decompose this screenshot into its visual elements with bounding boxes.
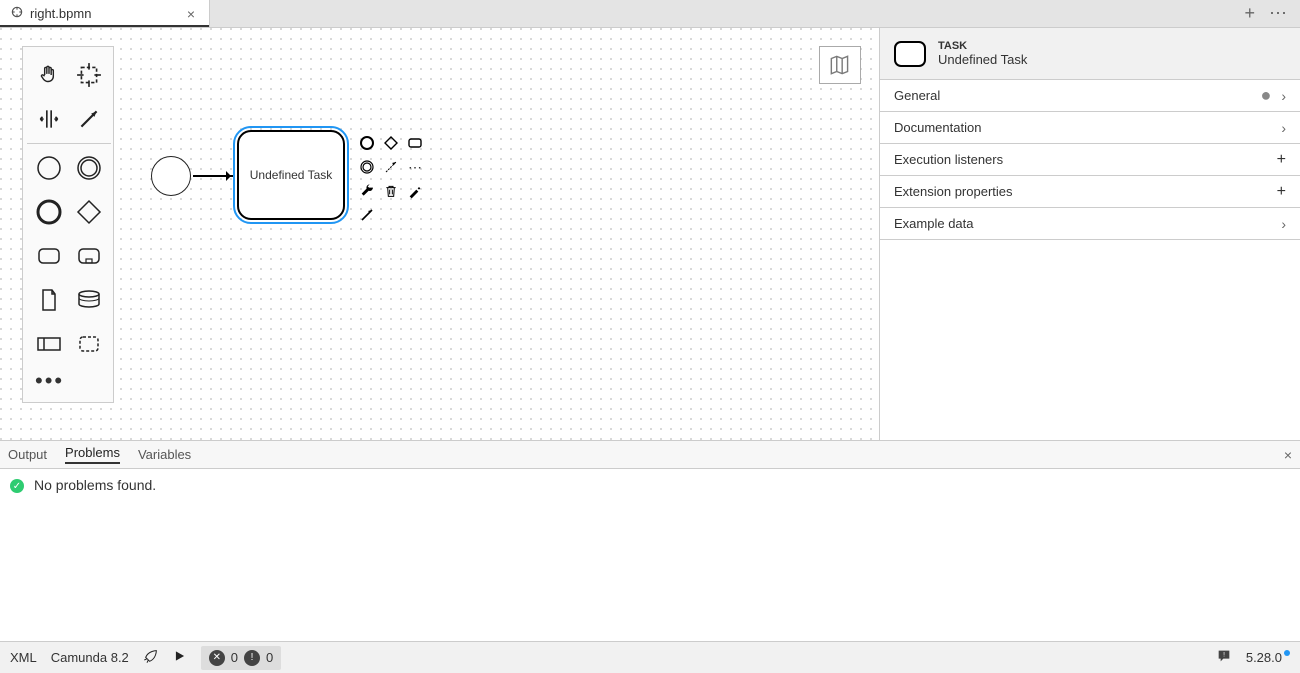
lasso-tool-icon[interactable] xyxy=(69,53,109,97)
statusbar: XML Camunda 8.2 ✕ 0 ! 0 ! 5.28.0 xyxy=(0,641,1300,673)
bottom-body: ✓ No problems found. xyxy=(0,469,1300,641)
warn-count: 0 xyxy=(266,650,273,665)
properties-element-name: Undefined Task xyxy=(938,52,1027,67)
task-type-icon xyxy=(894,41,926,67)
bottom-tabs: Output Problems Variables × xyxy=(0,441,1300,469)
chevron-right-icon: › xyxy=(1281,88,1286,104)
close-tab-button[interactable]: × xyxy=(183,6,199,22)
unsaved-indicator-icon: ● xyxy=(1260,85,1271,106)
file-tab-label: right.bpmn xyxy=(30,6,91,21)
error-count: 0 xyxy=(231,650,238,665)
problems-status-text: No problems found. xyxy=(34,477,156,493)
lint-summary-button[interactable]: ✕ 0 ! 0 xyxy=(201,646,281,670)
chevron-right-icon: › xyxy=(1281,216,1286,232)
intermediate-event-icon[interactable] xyxy=(29,190,69,234)
data-store-icon[interactable] xyxy=(69,278,109,322)
context-pad: ⋯ xyxy=(356,132,426,226)
tab-variables[interactable]: Variables xyxy=(138,447,191,462)
pool-icon[interactable] xyxy=(29,322,69,366)
palette-more-button[interactable]: ••• xyxy=(29,366,109,396)
file-tab[interactable]: right.bpmn × xyxy=(0,0,210,27)
start-event-shape[interactable] xyxy=(151,156,191,196)
start-instance-button[interactable] xyxy=(173,649,187,666)
append-inter-event-button[interactable] xyxy=(356,156,378,178)
check-ok-icon: ✓ xyxy=(10,479,24,493)
bpmn-canvas[interactable]: ••• Undefined Task ⋯ xyxy=(0,28,880,440)
deploy-button[interactable] xyxy=(143,648,159,667)
group-execution-listeners[interactable]: Execution listeners + xyxy=(880,144,1300,176)
group-label: General xyxy=(894,88,1260,103)
warn-count-icon: ! xyxy=(244,650,260,666)
tool-palette: ••• xyxy=(22,46,114,403)
tabs-bar: right.bpmn × + ⋯ xyxy=(0,0,1300,28)
tab-actions: + ⋯ xyxy=(1232,0,1300,27)
add-item-button[interactable]: + xyxy=(1277,151,1286,169)
append-connection-button[interactable] xyxy=(380,156,402,178)
new-tab-button[interactable]: + xyxy=(1244,3,1255,24)
close-panel-button[interactable]: × xyxy=(1284,447,1292,463)
group-general[interactable]: General ● › xyxy=(880,80,1300,112)
group-extension-properties[interactable]: Extension properties + xyxy=(880,176,1300,208)
append-event-button[interactable] xyxy=(356,132,378,154)
app-version-label[interactable]: 5.28.0 xyxy=(1246,650,1290,665)
subprocess-icon[interactable] xyxy=(69,234,109,278)
connect-append-button[interactable] xyxy=(356,204,378,226)
hand-tool-icon[interactable] xyxy=(29,53,69,97)
space-tool-icon[interactable] xyxy=(29,97,69,141)
properties-panel: TASK Undefined Task General ● › Document… xyxy=(880,28,1300,440)
group-label: Example data xyxy=(894,216,1281,231)
task-label: Undefined Task xyxy=(250,168,333,182)
data-object-icon[interactable] xyxy=(29,278,69,322)
start-event-icon[interactable] xyxy=(29,146,69,190)
bpmn-file-icon xyxy=(10,5,24,22)
view-xml-button[interactable]: XML xyxy=(10,650,37,665)
properties-type-label: TASK xyxy=(938,40,1027,52)
color-button[interactable] xyxy=(404,180,426,202)
gateway-icon[interactable] xyxy=(69,190,109,234)
append-task-button[interactable] xyxy=(404,132,426,154)
tab-problems[interactable]: Problems xyxy=(65,445,120,464)
delete-button[interactable] xyxy=(380,180,402,202)
append-gateway-button[interactable] xyxy=(380,132,402,154)
more-options-button[interactable]: ⋯ xyxy=(404,156,426,178)
task-shape-selected[interactable]: Undefined Task xyxy=(237,130,345,220)
tab-output[interactable]: Output xyxy=(8,447,47,462)
svg-text:!: ! xyxy=(1223,652,1225,659)
group-example-data[interactable]: Example data › xyxy=(880,208,1300,240)
add-item-button[interactable]: + xyxy=(1277,183,1286,201)
feedback-button[interactable]: ! xyxy=(1216,648,1232,667)
task-icon[interactable] xyxy=(29,234,69,278)
error-count-icon: ✕ xyxy=(209,650,225,666)
group-icon[interactable] xyxy=(69,322,109,366)
properties-header: TASK Undefined Task xyxy=(880,28,1300,80)
kebab-menu-icon[interactable]: ⋯ xyxy=(1269,3,1288,24)
main: ••• Undefined Task ⋯ xyxy=(0,28,1300,440)
bottom-panel: Output Problems Variables × ✓ No problem… xyxy=(0,440,1300,641)
wrench-button[interactable] xyxy=(356,180,378,202)
group-label: Extension properties xyxy=(894,184,1277,199)
chevron-right-icon: › xyxy=(1281,120,1286,136)
group-label: Documentation xyxy=(894,120,1281,135)
group-label: Execution listeners xyxy=(894,152,1277,167)
end-event-icon[interactable] xyxy=(69,146,109,190)
engine-version-label[interactable]: Camunda 8.2 xyxy=(51,650,129,665)
group-documentation[interactable]: Documentation › xyxy=(880,112,1300,144)
sequence-flow-arrow[interactable] xyxy=(193,175,235,177)
connect-tool-icon[interactable] xyxy=(69,97,109,141)
minimap-toggle-button[interactable] xyxy=(819,46,861,84)
